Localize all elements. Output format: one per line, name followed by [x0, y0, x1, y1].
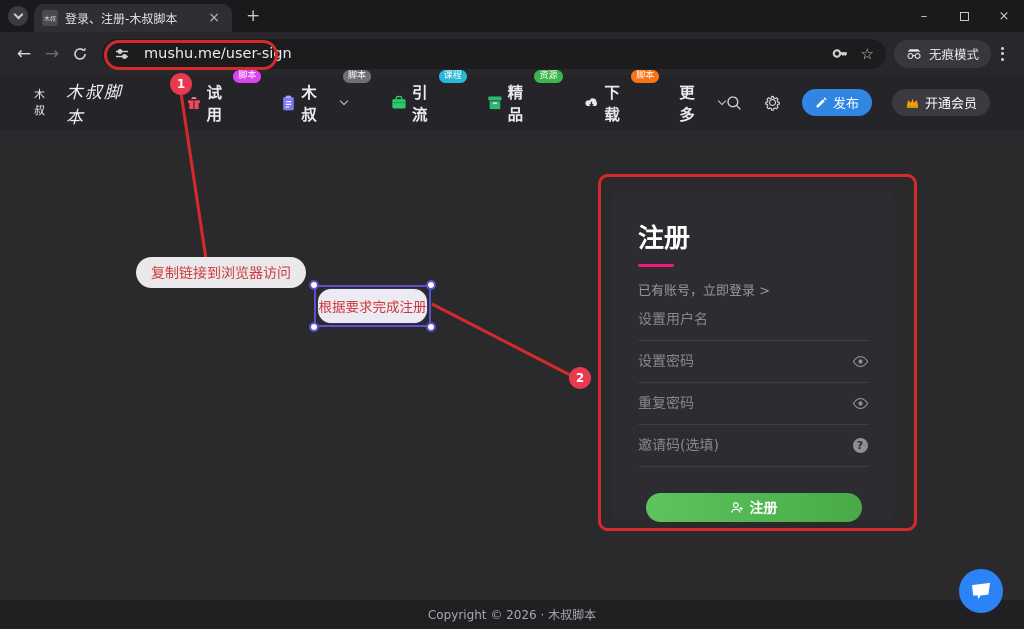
nav-item-mushu[interactable]: 木叔 脚本	[281, 81, 347, 125]
title-accent-bar	[638, 264, 674, 267]
eye-icon[interactable]	[851, 395, 869, 413]
incognito-badge: 无痕模式	[894, 40, 991, 68]
tab-title: 登录、注册-木叔脚本	[65, 10, 204, 27]
publish-button[interactable]: 发布	[802, 89, 872, 116]
gear-icon[interactable]	[763, 93, 782, 112]
help-icon[interactable]: ?	[851, 437, 869, 455]
reload-button[interactable]	[66, 40, 94, 68]
browser-tab[interactable]: 木叔 登录、注册-木叔脚本 ×	[34, 4, 232, 32]
browser-window: 木叔 登录、注册-木叔脚本 × + – × ← → mushu.me/user-…	[0, 0, 1024, 629]
incognito-icon	[906, 48, 922, 60]
briefcase-icon	[391, 95, 407, 110]
invite-code-input[interactable]	[638, 438, 851, 454]
chevron-down-icon	[340, 97, 348, 105]
chevron-down-icon	[13, 10, 23, 20]
vip-button[interactable]: 开通会员	[892, 89, 990, 116]
nav-label: 木叔	[301, 81, 332, 125]
omnibox-actions: ☆	[832, 45, 874, 63]
window-controls: – ×	[904, 0, 1024, 32]
nav-menu: 试用 脚本 木叔 脚本 引流 课程 精品 资源 下载	[186, 81, 725, 125]
browser-toolbar: ← → mushu.me/user-sign ☆ 无痕模式	[0, 32, 1024, 75]
chat-widget-button[interactable]	[959, 569, 1003, 613]
site-logo[interactable]: 木叔 木叔脚本	[34, 78, 142, 128]
nav-badge: 脚本	[343, 70, 371, 84]
vip-label: 开通会员	[925, 93, 977, 112]
reload-icon	[72, 46, 88, 62]
nav-label: 更多	[679, 81, 710, 125]
browser-menu-button[interactable]	[991, 47, 1014, 61]
nav-label: 精品	[508, 81, 539, 125]
chat-bubble-icon	[970, 581, 992, 601]
incognito-label: 无痕模式	[929, 44, 979, 63]
nav-label: 试用	[207, 81, 238, 125]
person-add-icon	[730, 501, 744, 515]
cloud-download-icon	[583, 95, 600, 110]
confirm-password-field-row	[638, 383, 869, 425]
nav-item-premium[interactable]: 精品 资源	[487, 81, 539, 125]
submit-label: 注册	[750, 498, 778, 518]
username-field-row	[638, 299, 869, 341]
logo-text: 木叔脚本	[66, 78, 142, 128]
username-input[interactable]	[638, 312, 869, 328]
minimize-button[interactable]: –	[904, 0, 944, 32]
gift-icon	[186, 95, 202, 111]
site-navbar: 木叔 木叔脚本 试用 脚本 木叔 脚本 引流 课程 精品	[0, 75, 1024, 130]
bookmark-star-icon[interactable]: ☆	[861, 45, 874, 63]
nav-label: 下载	[604, 81, 635, 125]
publish-label: 发布	[833, 93, 859, 112]
logo-mark: 木叔	[34, 86, 58, 118]
register-form: 注册 已有账号，立即登录 > ?	[612, 192, 895, 520]
back-button[interactable]: ←	[10, 40, 38, 68]
box-icon	[487, 95, 503, 110]
nav-item-more[interactable]: 更多	[679, 81, 725, 125]
new-tab-button[interactable]: +	[246, 6, 260, 26]
nav-item-traffic[interactable]: 引流 课程	[391, 81, 443, 125]
close-window-button[interactable]: ×	[984, 0, 1024, 32]
nav-badge: 资源	[534, 70, 562, 84]
password-input[interactable]	[638, 354, 851, 370]
site-settings-icon[interactable]	[112, 44, 132, 64]
nav-badge: 课程	[439, 70, 467, 84]
site-favicon-icon: 木叔	[42, 10, 58, 26]
password-field-row	[638, 341, 869, 383]
tab-close-icon[interactable]: ×	[204, 10, 224, 26]
nav-item-trial[interactable]: 试用 脚本	[186, 81, 238, 125]
page-content: 注册 已有账号，立即登录 > ?	[0, 130, 1024, 600]
password-key-icon[interactable]	[832, 45, 849, 62]
invite-code-field-row: ?	[638, 425, 869, 467]
maximize-button[interactable]	[944, 0, 984, 32]
register-submit-button[interactable]: 注册	[646, 493, 862, 522]
chevron-down-icon	[718, 97, 726, 105]
confirm-password-input[interactable]	[638, 396, 851, 412]
tab-search-button[interactable]	[8, 6, 28, 26]
eye-icon[interactable]	[851, 353, 869, 371]
forward-button[interactable]: →	[38, 40, 66, 68]
form-title: 注册	[638, 218, 869, 255]
nav-label: 引流	[412, 81, 443, 125]
copyright-text: Copyright © 2026 · 木叔脚本	[428, 606, 596, 623]
search-icon[interactable]	[725, 94, 743, 112]
pencil-icon	[815, 96, 828, 109]
address-bar[interactable]: mushu.me/user-sign ☆	[102, 39, 886, 69]
browser-titlebar: 木叔 登录、注册-木叔脚本 × + – ×	[0, 0, 1024, 32]
page-footer: Copyright © 2026 · 木叔脚本	[0, 600, 1024, 629]
clipboard-icon	[281, 95, 296, 111]
nav-item-download[interactable]: 下载 脚本	[583, 81, 636, 125]
navbar-actions: 发布 开通会员	[725, 89, 990, 116]
url-text[interactable]: mushu.me/user-sign	[144, 46, 832, 62]
nav-badge: 脚本	[631, 70, 659, 84]
login-link[interactable]: 已有账号，立即登录 >	[638, 280, 869, 299]
crown-icon	[905, 96, 920, 109]
nav-badge: 脚本	[233, 70, 261, 84]
